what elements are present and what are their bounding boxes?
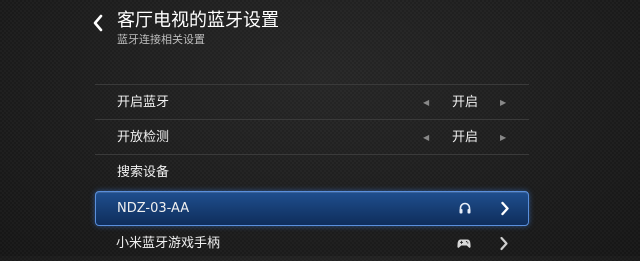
search-devices-label: 搜索设备 bbox=[117, 165, 170, 180]
settings-list: 开启蓝牙 ◀ 开启 ▶ 开放检测 ◀ 开启 ▶ 搜索设备 NDZ-03-AA 小… bbox=[95, 84, 529, 261]
triangle-left-icon[interactable]: ◀ bbox=[423, 85, 429, 120]
gamepad-icon bbox=[457, 239, 471, 248]
chevron-right-icon bbox=[501, 201, 509, 216]
triangle-left-icon[interactable]: ◀ bbox=[423, 120, 429, 155]
setting-label-discovery: 开放检测 bbox=[117, 130, 170, 145]
setting-row-search[interactable]: 搜索设备 bbox=[95, 154, 529, 189]
setting-row-bluetooth[interactable]: 开启蓝牙 ◀ 开启 ▶ bbox=[95, 84, 529, 119]
setting-value-bluetooth: 开启 bbox=[451, 95, 478, 110]
device-item-ndz[interactable]: NDZ-03-AA bbox=[95, 191, 529, 226]
page-subtitle: 蓝牙连接相关设置 bbox=[117, 33, 205, 46]
back-button[interactable] bbox=[88, 9, 108, 37]
chevron-right-icon bbox=[500, 236, 508, 251]
headphones-icon bbox=[459, 202, 471, 214]
page-title: 客厅电视的蓝牙设置 bbox=[117, 10, 279, 31]
setting-row-discovery[interactable]: 开放检测 ◀ 开启 ▶ bbox=[95, 119, 529, 154]
setting-value-discovery: 开启 bbox=[451, 130, 478, 145]
triangle-right-icon[interactable]: ▶ bbox=[500, 85, 506, 120]
triangle-right-icon[interactable]: ▶ bbox=[500, 120, 506, 155]
setting-label-bluetooth: 开启蓝牙 bbox=[117, 95, 170, 110]
device-name: NDZ-03-AA bbox=[117, 201, 190, 216]
chevron-left-icon bbox=[93, 14, 103, 32]
